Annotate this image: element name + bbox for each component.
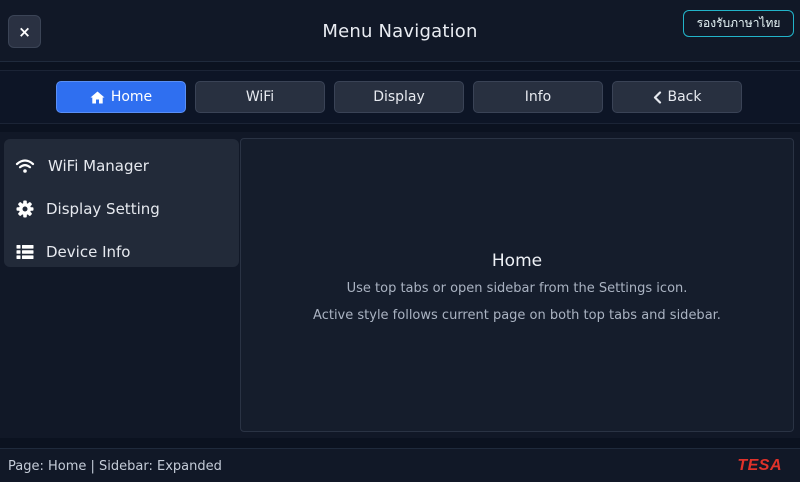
home-icon (90, 91, 105, 104)
sidebar-item-wifi-manager[interactable]: WiFi Manager (4, 147, 239, 185)
main-description-line-2: Active style follows current page on bot… (313, 308, 721, 323)
main-description-line-1: Use top tabs or open sidebar from the Se… (346, 281, 688, 296)
tab-wifi-label: WiFi (245, 89, 275, 105)
gear-icon (14, 200, 36, 218)
main-title: Home (491, 251, 543, 271)
status-bar: Page: Home | Sidebar: Expanded TESA (0, 448, 800, 482)
tab-home-label: Home (110, 89, 153, 105)
sidebar-item-display-setting[interactable]: Display Setting (4, 190, 239, 228)
tab-wifi[interactable]: WiFi (195, 81, 325, 113)
top-tab-bar: Home WiFi Display Info Back (0, 70, 800, 124)
sidebar: WiFi Manager Display Setting Device Info (4, 139, 239, 267)
sidebar-item-label: Display Setting (46, 200, 160, 218)
sidebar-item-label: Device Info (46, 243, 131, 261)
header-bar: × Menu Navigation รองรับภาษาไทย (0, 0, 800, 62)
wifi-icon (14, 158, 36, 174)
page-title: Menu Navigation (322, 20, 478, 42)
main-panel: Home Use top tabs or open sidebar from t… (240, 138, 794, 432)
back-button-label: Back (667, 89, 702, 105)
tab-info-label: Info (524, 89, 552, 105)
back-button[interactable]: Back (612, 81, 742, 113)
tab-home[interactable]: Home (56, 81, 186, 113)
sidebar-item-device-info[interactable]: Device Info (4, 233, 239, 271)
list-icon (14, 244, 36, 260)
status-text: Page: Home | Sidebar: Expanded (8, 458, 222, 474)
tab-display[interactable]: Display (334, 81, 464, 113)
sidebar-item-label: WiFi Manager (48, 157, 149, 175)
content-area: WiFi Manager Display Setting Device Info… (0, 132, 800, 438)
chevron-left-icon (653, 90, 662, 104)
language-button[interactable]: รองรับภาษาไทย (683, 10, 794, 37)
tab-info[interactable]: Info (473, 81, 603, 113)
tab-display-label: Display (373, 89, 425, 105)
brand-logo: TESA (737, 457, 782, 474)
